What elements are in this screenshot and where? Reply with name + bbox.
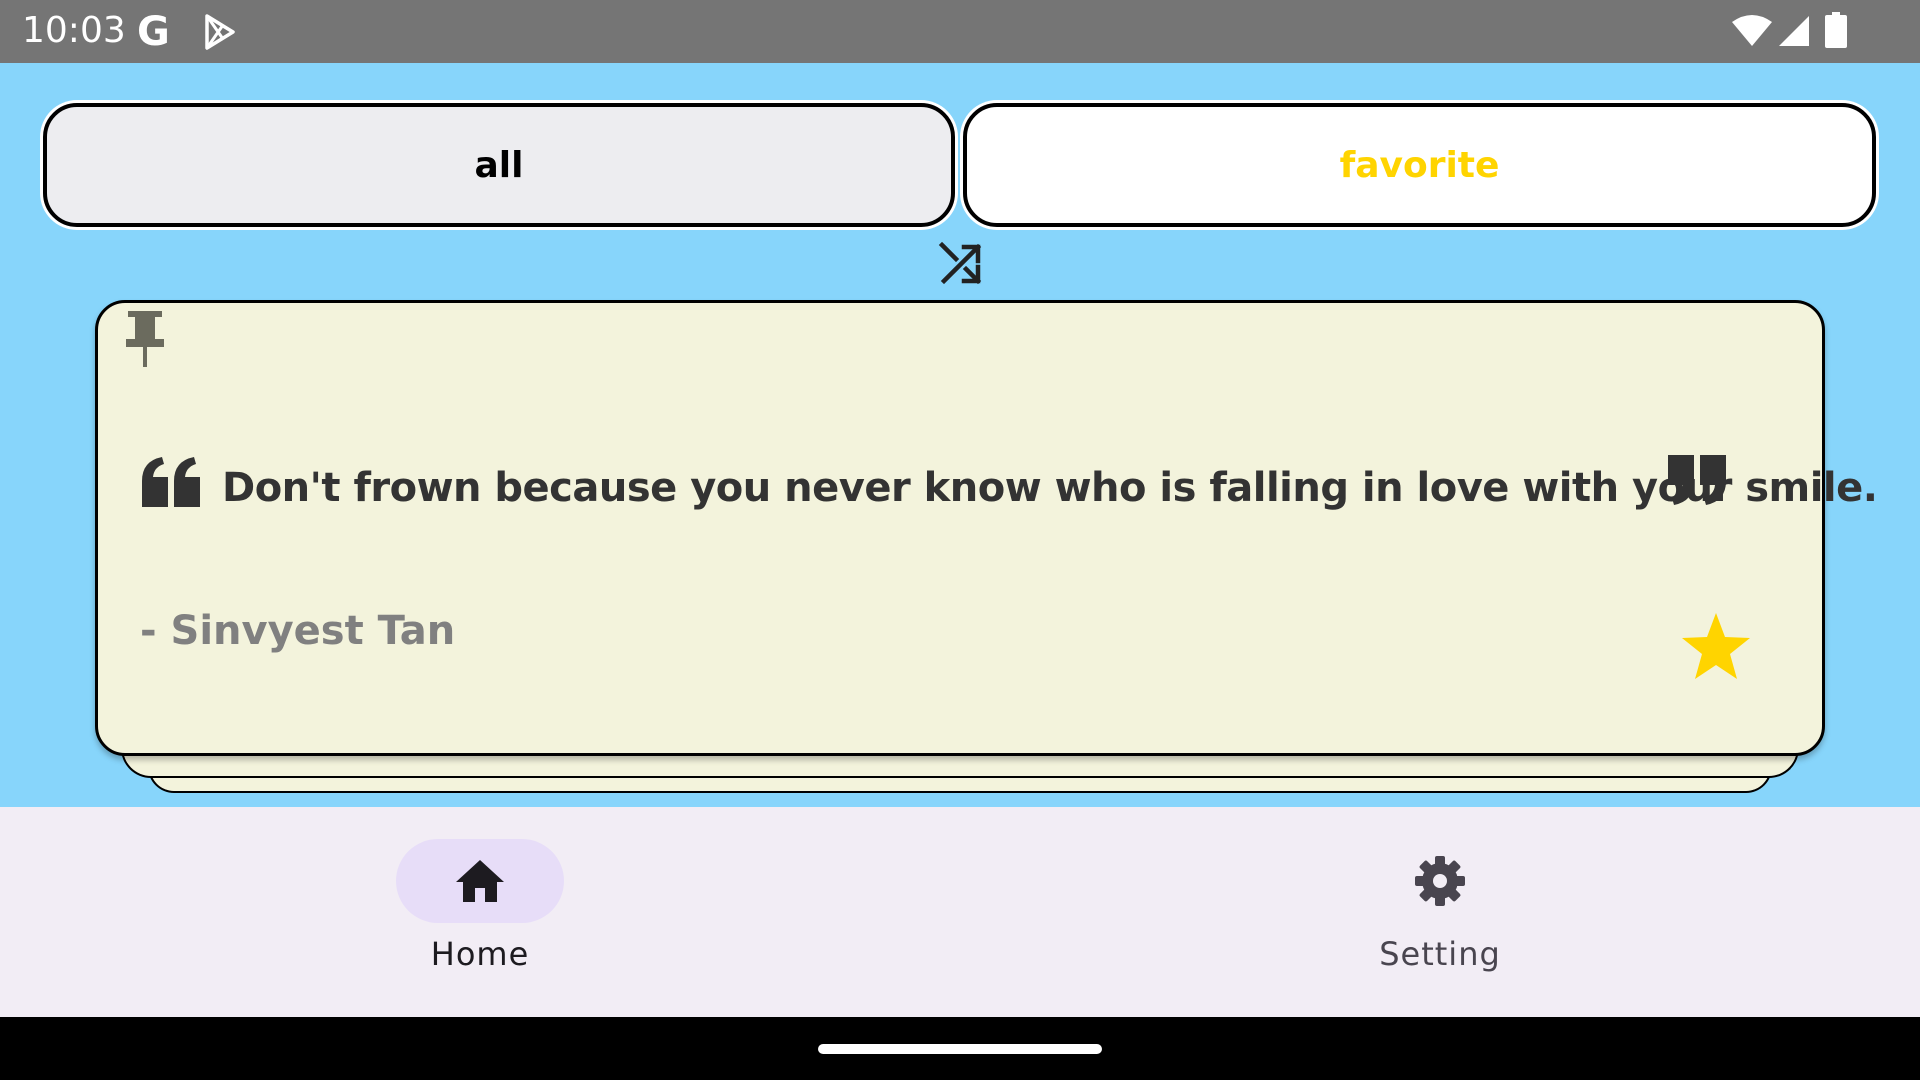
quote-open-icon: [142, 457, 200, 507]
home-icon: [456, 860, 504, 902]
tab-all-label: all: [474, 144, 524, 186]
bottom-navigation: Home Setting: [0, 807, 1920, 1017]
wifi-icon: [1732, 15, 1772, 46]
pin-icon[interactable]: [122, 309, 168, 369]
shuffle-icon[interactable]: [938, 241, 984, 287]
nav-home-label: Home: [430, 935, 530, 973]
gear-icon: [1415, 856, 1465, 906]
tab-favorite[interactable]: favorite: [963, 103, 1876, 227]
main-content: all favorite Don't frown because you nev…: [0, 63, 1920, 807]
quote-card[interactable]: Don't frown because you never know who i…: [95, 300, 1878, 756]
star-icon[interactable]: [1680, 611, 1752, 681]
nav-home[interactable]: Home: [330, 807, 630, 1017]
tab-favorite-label: favorite: [1339, 144, 1500, 186]
quote-close-icon: [1668, 455, 1726, 505]
tab-all[interactable]: all: [43, 103, 955, 227]
nav-setting[interactable]: Setting: [1290, 807, 1590, 1017]
status-time: 10:03: [22, 10, 126, 51]
quote-text: Don't frown because you never know who i…: [222, 465, 1878, 511]
nav-setting-label: Setting: [1379, 935, 1501, 973]
battery-icon: [1825, 12, 1847, 48]
status-bar: 10:03 G: [0, 0, 1920, 63]
signal-icon: [1779, 16, 1809, 46]
nav-home-indicator: [396, 839, 564, 923]
play-store-icon: [205, 14, 235, 50]
filter-tabs: all favorite: [40, 103, 1879, 233]
gesture-bar: [0, 1017, 1920, 1080]
google-icon: G: [137, 9, 170, 55]
gesture-handle[interactable]: [818, 1044, 1102, 1054]
quote-author: - Sinvyest Tan: [140, 608, 456, 654]
